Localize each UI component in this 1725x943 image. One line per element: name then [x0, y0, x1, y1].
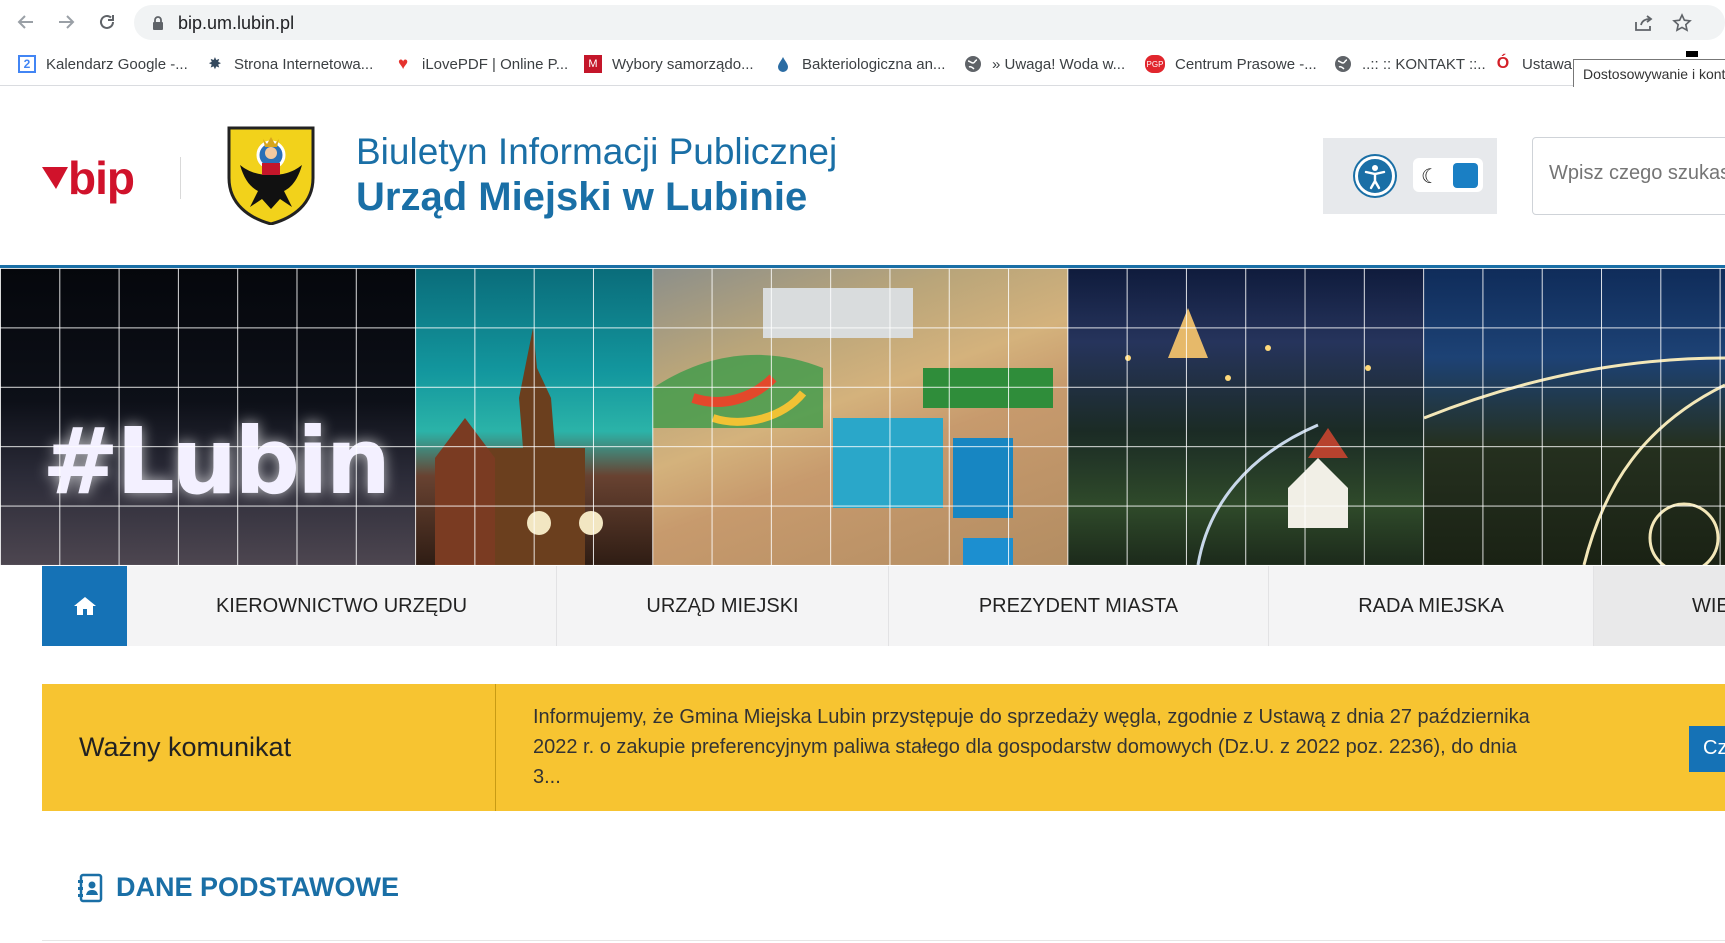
bookmark-item[interactable]: M Wybory samorządo... [584, 52, 754, 76]
menu-item-more[interactable]: WIĘCEJ [1594, 566, 1725, 646]
bookmark-item[interactable]: » Uwaga! Woda w... [964, 52, 1125, 76]
bookmark-label: Ustawa [1522, 55, 1573, 73]
bookmarks-bar: 2 Kalendarz Google -... ✸ Strona Interne… [0, 42, 1725, 86]
menu-item-prezydent[interactable]: PREZYDENT MIASTA [889, 566, 1269, 646]
bip-logo[interactable]: bip [42, 151, 135, 205]
tooltip-pointer [1686, 51, 1698, 57]
forward-arrow-icon[interactable] [52, 8, 80, 36]
home-icon [73, 597, 96, 615]
url-text: bip.um.lubin.pl [178, 13, 295, 33]
bookmark-label: Wybory samorządo... [612, 55, 754, 73]
main-menu: KIEROWNICTWO URZĘDU URZĄD MIEJSKI PREZYD… [42, 566, 1725, 646]
bookmark-item[interactable]: Bakteriologiczna an... [774, 52, 945, 76]
police-badge-icon: ✸ [208, 56, 222, 73]
bookmark-label: iLovePDF | Online P... [422, 55, 569, 73]
globe-icon [964, 55, 982, 73]
back-arrow-icon[interactable] [12, 8, 40, 36]
bookmark-item[interactable]: 2 Kalendarz Google -... [18, 52, 188, 76]
banner-photo-roundabout [1424, 268, 1725, 565]
bookmark-label: Bakteriologiczna an... [802, 55, 946, 73]
bookmark-item[interactable]: PGP Centrum Prasowe -... [1145, 52, 1317, 76]
bip-logo-text: bip [68, 152, 135, 204]
bookmark-item[interactable]: ✸ Strona Internetowa... [206, 52, 373, 76]
bookmark-item[interactable]: ..:: :: KONTAKT ::.. [1334, 52, 1486, 76]
opera-icon: Ó [1496, 55, 1510, 72]
site-title-line2[interactable]: Urząd Miejski w Lubinie [356, 175, 807, 220]
search-box [1532, 137, 1725, 215]
accessibility-icon[interactable] [1355, 156, 1395, 196]
home-button[interactable] [42, 566, 127, 646]
dark-mode-toggle[interactable]: ☾ [1413, 158, 1483, 192]
accessibility-panel: ☾ [1323, 138, 1497, 214]
browser-toolbar: bip.um.lubin.pl [0, 0, 1725, 42]
banner-hashtag: #Lubin [42, 408, 391, 515]
site-header: bip Biuletyn Informacji Publicznej Urząd… [0, 87, 1725, 267]
bookmark-label: Kalendarz Google -... [46, 55, 188, 73]
bookmark-label: ..:: :: KONTAKT ::.. [1362, 55, 1486, 73]
contact-book-icon [78, 873, 103, 902]
important-announcement: Ważny komunikat Informujemy, że Gmina Mi… [42, 684, 1725, 811]
tooltip: Dostosowywanie i kontrolowanie [1573, 59, 1725, 89]
ballot-icon: M [584, 55, 602, 73]
section-divider [42, 940, 1725, 941]
star-icon[interactable] [1670, 12, 1694, 34]
reload-icon[interactable] [93, 8, 121, 36]
moon-icon: ☾ [1421, 166, 1439, 188]
toggle-knob [1453, 163, 1478, 188]
bookmark-item[interactable]: ♥ iLovePDF | Online P... [394, 52, 568, 76]
bookmark-label: Centrum Prasowe -... [1175, 55, 1317, 73]
globe-icon [1334, 55, 1352, 73]
hero-banner: #Lubin [0, 268, 1725, 565]
banner-photo-tower [415, 268, 653, 565]
section-title: DANE PODSTAWOWE [116, 872, 399, 902]
share-icon[interactable] [1632, 12, 1656, 34]
section-heading: DANE PODSTAWOWE [78, 872, 399, 903]
bookmark-label: Strona Internetowa... [234, 55, 374, 73]
water-drop-icon [774, 55, 792, 73]
site-title-line1: Biuletyn Informacji Publicznej [356, 131, 838, 172]
bookmark-label: » Uwaga! Woda w... [992, 55, 1126, 73]
banner-photo-city-night [1068, 268, 1424, 565]
announcement-title: Ważny komunikat [79, 732, 292, 762]
coat-of-arms-icon[interactable] [226, 125, 316, 230]
menu-item-kierownictwo[interactable]: KIEROWNICTWO URZĘDU [127, 566, 557, 646]
menu-item-rada[interactable]: RADA MIEJSKA [1269, 566, 1594, 646]
announcement-text: Informujemy, że Gmina Miejska Lubin przy… [533, 706, 1530, 788]
header-divider [180, 157, 181, 199]
bip-flag-icon [42, 167, 68, 189]
address-bar[interactable]: bip.um.lubin.pl [134, 5, 1725, 40]
lock-icon [152, 16, 164, 35]
pgp-icon: PGP [1145, 55, 1165, 73]
announcement-divider [495, 684, 496, 811]
heart-icon: ♥ [397, 54, 409, 73]
search-input[interactable] [1549, 162, 1725, 185]
read-more-button[interactable]: Czytaj [1689, 726, 1725, 772]
menu-item-urzad[interactable]: URZĄD MIEJSKI [557, 566, 889, 646]
menu-more-label: WIĘCEJ [1692, 594, 1725, 617]
banner-photo-aquapark [653, 268, 1068, 565]
google-calendar-icon: 2 [18, 55, 36, 73]
bookmark-item[interactable]: Ó Ustawa [1494, 52, 1572, 76]
